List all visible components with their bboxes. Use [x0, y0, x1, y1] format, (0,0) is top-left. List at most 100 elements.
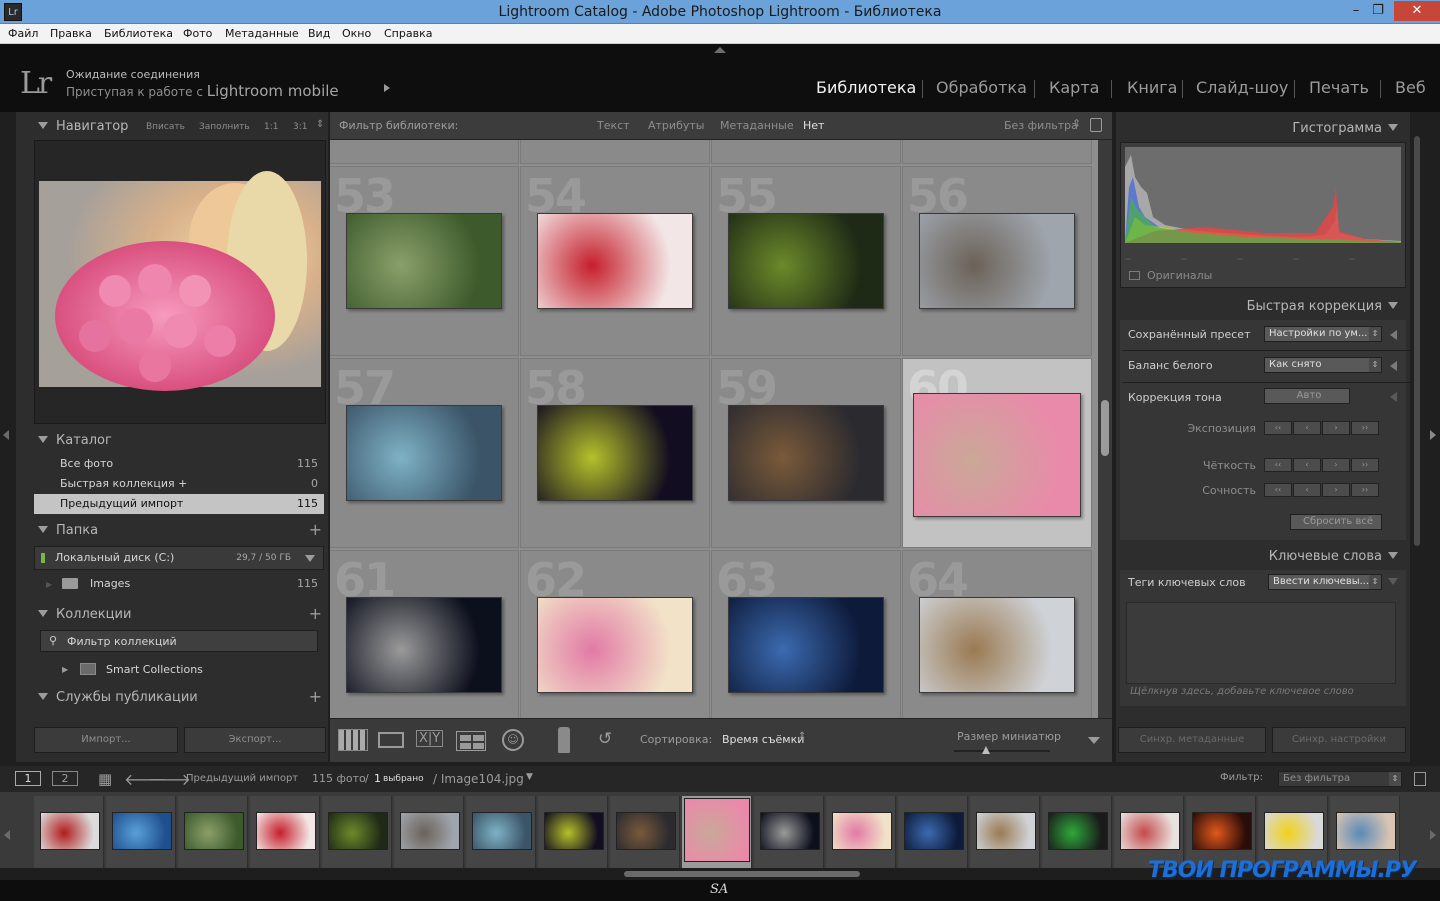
grid-cell[interactable]: 55	[711, 166, 901, 356]
secondary-window-button[interactable]: 2	[52, 771, 78, 786]
sync-metadata-button[interactable]: Синхр. метаданные	[1118, 727, 1266, 753]
filmstrip-filter-select[interactable]: Без фильтра ⇕	[1278, 771, 1402, 787]
filmstrip-thumbnail[interactable]	[400, 812, 460, 850]
folders-header[interactable]: Папка +	[16, 518, 328, 542]
photo-thumbnail[interactable]	[537, 405, 693, 501]
filmstrip-cell[interactable]	[1042, 796, 1112, 870]
grid-cell-partial[interactable]	[902, 140, 1092, 164]
menu-edit[interactable]: Правка	[50, 27, 92, 40]
filmstrip-cell[interactable]	[322, 796, 392, 870]
filmstrip-thumbnail[interactable]	[1264, 812, 1324, 850]
filmstrip-thumbnail[interactable]	[760, 812, 820, 850]
filmstrip-cell[interactable]	[970, 796, 1040, 870]
filmstrip-thumbnail[interactable]	[1048, 812, 1108, 850]
step-down[interactable]: ‹	[1293, 458, 1321, 472]
sort-spinner-icon[interactable]: ⇕	[798, 731, 806, 742]
collapse-icon[interactable]	[1388, 578, 1398, 585]
filmstrip-cell[interactable]	[538, 796, 608, 870]
keyword-tags-select[interactable]: Ввести ключевы... ⇕	[1268, 574, 1382, 590]
main-window-button[interactable]: 1	[15, 771, 41, 786]
filmstrip-scroll-thumb[interactable]	[624, 871, 860, 877]
catalog-header[interactable]: Каталог	[16, 428, 328, 452]
catalog-item-quick-collection[interactable]: Быстрая коллекция + 0	[34, 474, 324, 494]
photo-thumbnail[interactable]	[346, 597, 502, 693]
filmstrip-thumbnail[interactable]	[1120, 812, 1180, 850]
histogram-header[interactable]: Гистограмма	[1116, 116, 1406, 140]
photo-thumbnail[interactable]	[728, 213, 884, 309]
filmstrip-cell[interactable]	[682, 796, 752, 870]
filmstrip-thumbnail[interactable]	[40, 812, 100, 850]
publish-services-header[interactable]: Службы публикации +	[16, 685, 328, 709]
photo-thumbnail[interactable]	[919, 213, 1075, 309]
photo-thumbnail[interactable]	[537, 597, 693, 693]
step-down-large[interactable]: ‹‹	[1264, 483, 1292, 497]
saved-preset-select[interactable]: Настройки по ум... ⇕	[1264, 326, 1382, 342]
current-filename[interactable]: / Image104.jpg	[433, 772, 524, 786]
grid-icon[interactable]: ▦	[98, 770, 112, 788]
filmstrip-thumbnail[interactable]	[184, 812, 244, 850]
preset-spinner-icon[interactable]: ⇕	[1072, 117, 1081, 130]
menu-window[interactable]: Окно	[342, 27, 371, 40]
compare-view-icon[interactable]: X|Y	[416, 730, 444, 747]
collection-filter-input[interactable]: ⚲ Фильтр коллекций	[40, 630, 318, 652]
filmstrip-cell[interactable]	[610, 796, 680, 870]
grid-cell[interactable]: 59	[711, 358, 901, 548]
grid-cell[interactable]: 58	[520, 358, 710, 548]
left-panel-toggle-icon[interactable]	[3, 430, 9, 440]
grid-cell[interactable]: 61	[330, 550, 519, 718]
painter-spray-icon[interactable]	[558, 727, 570, 753]
expand-left-icon[interactable]	[1390, 361, 1397, 371]
step-down[interactable]: ‹	[1293, 421, 1321, 435]
filmstrip-cell[interactable]	[466, 796, 536, 870]
grid-scroll-thumb[interactable]	[1101, 400, 1109, 456]
thumbnail-size-handle[interactable]	[982, 746, 990, 754]
step-down-large[interactable]: ‹‹	[1264, 421, 1292, 435]
filmstrip-scroll-left-icon[interactable]	[4, 830, 10, 840]
grid-scrollbar[interactable]	[1098, 140, 1112, 718]
photo-thumbnail[interactable]	[346, 213, 502, 309]
filmstrip-source[interactable]: Предыдущий импорт	[186, 773, 298, 784]
maximize-button[interactable]: ❐	[1362, 1, 1394, 21]
filmstrip-cell[interactable]	[34, 796, 104, 870]
photo-thumbnail[interactable]	[728, 597, 884, 693]
filter-tab-metadata[interactable]: Метаданные	[720, 119, 794, 132]
keyword-text-area[interactable]	[1126, 602, 1396, 684]
filmstrip-thumbnail[interactable]	[904, 812, 964, 850]
menu-file[interactable]: Файл	[8, 27, 38, 40]
filmstrip-thumbnail[interactable]	[1336, 812, 1396, 850]
menu-metadata[interactable]: Метаданные	[225, 27, 299, 40]
menu-library[interactable]: Библиотека	[104, 27, 173, 40]
module-web[interactable]: Веб	[1395, 78, 1426, 97]
folder-images[interactable]: ▶ Images 115	[34, 574, 324, 594]
right-panel-scrollbar[interactable]	[1414, 136, 1420, 546]
survey-view-icon[interactable]	[456, 731, 486, 751]
filmstrip-cell[interactable]	[898, 796, 968, 870]
filmstrip-thumbnail[interactable]	[112, 812, 172, 850]
filename-dropdown-icon[interactable]: ▼	[526, 772, 533, 782]
grid-cell[interactable]: 54	[520, 166, 710, 356]
expand-left-icon[interactable]	[1390, 330, 1397, 340]
navigator-header[interactable]: Навигатор Вписать Заполнить 1:1 3:1 ⇕	[16, 114, 328, 138]
exposure-stepper[interactable]: ‹‹ ‹ › ››	[1264, 421, 1380, 435]
menu-view[interactable]: Вид	[308, 27, 330, 40]
volume-local-disk[interactable]: Локальный диск (C:) 29,7 / 50 ГБ	[34, 546, 324, 570]
filmstrip-cell[interactable]	[754, 796, 824, 870]
step-up-large[interactable]: ››	[1351, 483, 1379, 497]
step-up-large[interactable]: ››	[1351, 458, 1379, 472]
filmstrip-thumbnail[interactable]	[328, 812, 388, 850]
filter-tab-none[interactable]: Нет	[803, 119, 824, 132]
filmstrip-cell[interactable]	[250, 796, 320, 870]
originals-checkbox[interactable]	[1129, 271, 1140, 280]
grid-cell[interactable]: 62	[520, 550, 710, 718]
filmstrip-thumbnail[interactable]	[472, 812, 532, 850]
menu-help[interactable]: Справка	[384, 27, 432, 40]
add-folder-icon[interactable]: +	[309, 520, 322, 539]
filmstrip-thumbnail[interactable]	[1192, 812, 1252, 850]
mobile-prompt[interactable]: Приступая к работе с Lightroom mobile	[66, 82, 339, 100]
close-button[interactable]: ✕	[1394, 1, 1440, 21]
filmstrip-thumbnail[interactable]	[256, 812, 316, 850]
filmstrip-thumbnail[interactable]	[976, 812, 1036, 850]
loupe-view-icon[interactable]	[378, 732, 404, 748]
sort-select[interactable]: Время съёмки	[722, 733, 804, 746]
forward-arrow-icon[interactable]: 🡒	[148, 769, 191, 789]
